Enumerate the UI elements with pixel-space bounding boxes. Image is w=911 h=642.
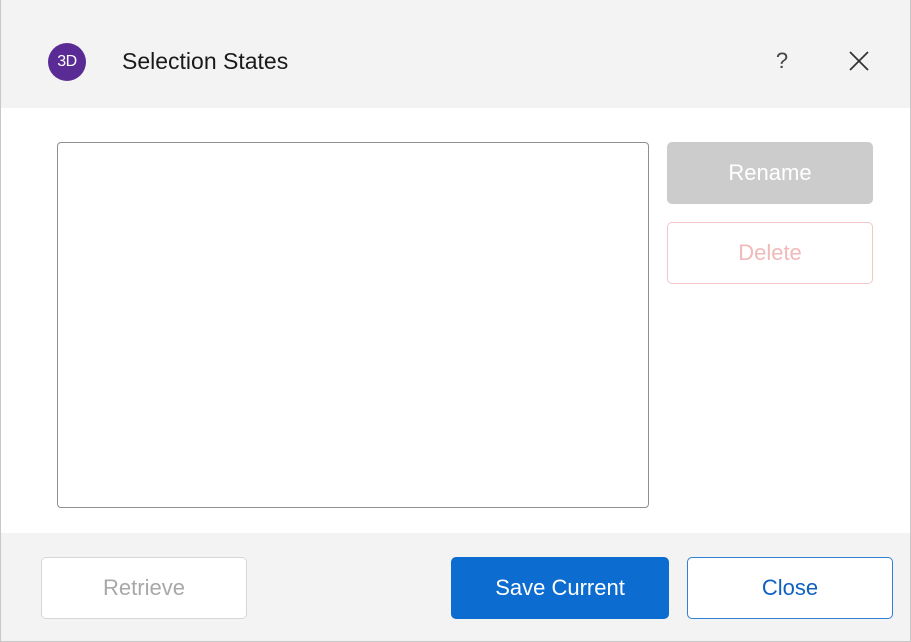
close-icon[interactable]	[845, 47, 873, 75]
dialog-title: Selection States	[122, 48, 289, 74]
save-current-button[interactable]: Save Current	[451, 557, 669, 619]
delete-button[interactable]: Delete	[667, 222, 873, 284]
rename-button[interactable]: Rename	[667, 142, 873, 204]
selection-states-dialog: 3D Selection States ? Rename Delete Retr…	[0, 0, 911, 642]
title-bar: 3D Selection States ?	[1, 0, 910, 108]
app-logo-icon: 3D	[48, 43, 86, 81]
selection-states-list[interactable]	[57, 142, 649, 508]
help-button[interactable]: ?	[769, 44, 795, 78]
close-button[interactable]: Close	[687, 557, 893, 619]
retrieve-button[interactable]: Retrieve	[41, 557, 247, 619]
